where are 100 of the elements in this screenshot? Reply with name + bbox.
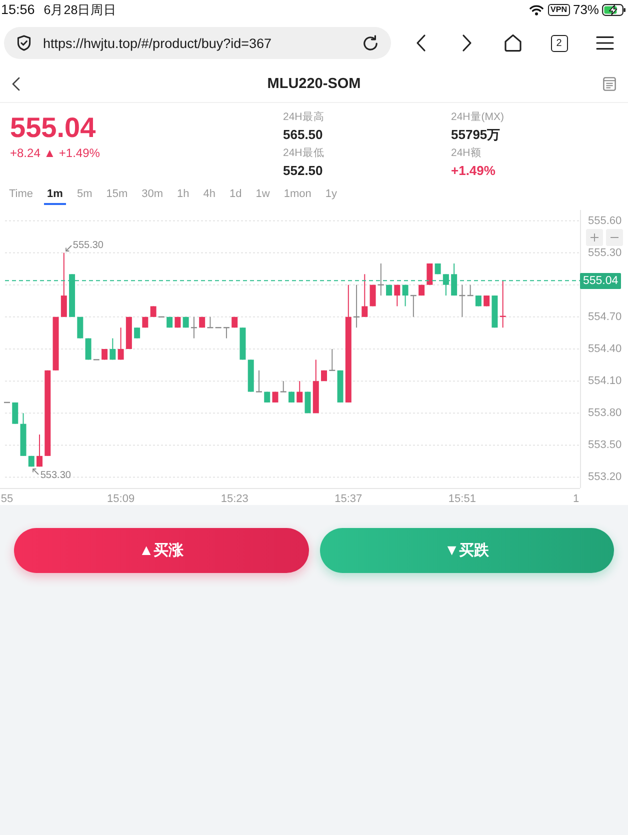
interval-tab[interactable]: Time [6,186,36,204]
chevron-left-icon[interactable] [12,77,20,91]
y-axis-label: 555.60 [588,214,622,227]
down-candle [85,338,92,360]
interval-tab[interactable]: 30m [138,186,166,204]
page-title: MLU220-SOM [266,76,362,92]
down-candle [110,338,116,360]
up-candle [312,359,319,414]
doji-candle [410,294,416,318]
down-candle [451,262,458,296]
up-candle [174,316,181,328]
down-candle [442,274,449,296]
y-axis-label: 553.80 [588,407,622,420]
down-candle [402,284,408,307]
doji-candle [280,380,286,392]
doji-candle [378,262,384,296]
down-candle [434,262,441,275]
down-candle [248,359,254,392]
y-axis-label: 553.50 [588,439,622,452]
stat-label: 24H最高 [283,111,324,124]
chevron-left-icon[interactable] [416,34,426,52]
x-axis-label: 1 [572,493,580,506]
down-candle [240,327,246,360]
down-candle [20,412,26,456]
up-candle [426,262,433,286]
reload-icon[interactable] [362,34,379,52]
y-axis-label: 554.10 [588,375,622,388]
wifi-icon [528,4,544,16]
y-axis-label: 553.20 [588,471,622,484]
up-candle [394,284,400,307]
buy-up-button[interactable]: ▲买涨 [14,528,308,573]
plus-icon [590,233,599,242]
down-candle [166,316,173,328]
down-candle [12,402,18,424]
stat-label: 24H最低 [283,147,324,160]
arrow-icon [32,468,40,475]
interval-tab[interactable]: 4h [200,186,219,204]
menu-icon[interactable] [596,36,614,50]
stat-value: 552.50 [283,162,323,179]
doji-candle [256,370,262,392]
price-change: +8.24 ▲ +1.49% [10,145,101,161]
up-candle [52,316,59,371]
interval-tab[interactable]: 1y [322,186,340,204]
stat-label: 24H额 [451,147,482,160]
home-icon[interactable] [504,34,522,52]
down-candle [182,316,189,328]
up-candle [199,316,206,328]
interval-tab[interactable]: 5m [74,186,96,204]
y-axis-label: 554.40 [588,343,622,355]
down-candle [134,327,140,339]
up-candle [272,391,278,403]
high-price-label: 555.30 [72,240,104,251]
x-axis-label: 15:09 [107,493,135,506]
down-candle [288,391,294,403]
url-text: https://hwjtu.top/#/product/buy?id=367 [43,36,273,50]
document-icon[interactable] [603,77,616,91]
up-candle [118,327,124,360]
up-candle [500,280,506,328]
interval-tab[interactable]: 15m [103,186,131,204]
status-time: 15:56 [1,2,35,18]
down-candle [304,391,311,414]
minus-icon [610,237,619,238]
doji-candle [329,348,336,371]
tab-count-button[interactable]: 2 [550,34,568,52]
x-axis-label: 15:51 [448,493,476,506]
doji-candle [459,284,466,318]
down-candle [492,295,498,328]
up-candle [232,316,238,328]
interval-tab[interactable]: 1w [252,186,273,204]
status-date: 6月28日周日 [44,2,117,18]
last-price: 555.04 [10,113,97,143]
battery-percent: 73% [572,2,599,18]
buy-down-button[interactable]: ▼买跌 [320,528,614,573]
arrow-icon [64,244,72,252]
down-candle [69,274,76,318]
address-field[interactable]: https://hwjtu.top/#/product/buy?id=367 [4,27,391,59]
doji-candle [190,316,197,339]
down-candle [386,284,392,296]
stat-value: +1.49% [451,162,496,179]
up-candle [418,284,425,296]
y-axis-label: 554.70 [588,310,622,323]
x-axis-label: 55 [0,493,14,506]
stat-value: 565.50 [283,126,323,143]
x-axis-label: 15:37 [334,493,362,506]
chevron-right-icon[interactable] [462,34,472,52]
up-candle [102,348,108,360]
stat-value: 55795万 [451,126,500,143]
y-axis-label: 555.30 [588,246,622,259]
doji-candle [354,284,360,328]
interval-tab[interactable]: 1d [226,186,245,204]
up-candle [370,284,376,307]
interval-tab[interactable]: 1h [174,186,192,204]
doji-candle [467,284,474,296]
down-candle [337,370,344,403]
shield-icon [17,35,31,51]
interval-tab[interactable]: 1mon [280,186,314,204]
up-candle [36,434,43,468]
doji-candle [207,316,214,328]
up-candle [150,306,156,318]
up-candle [126,316,132,350]
